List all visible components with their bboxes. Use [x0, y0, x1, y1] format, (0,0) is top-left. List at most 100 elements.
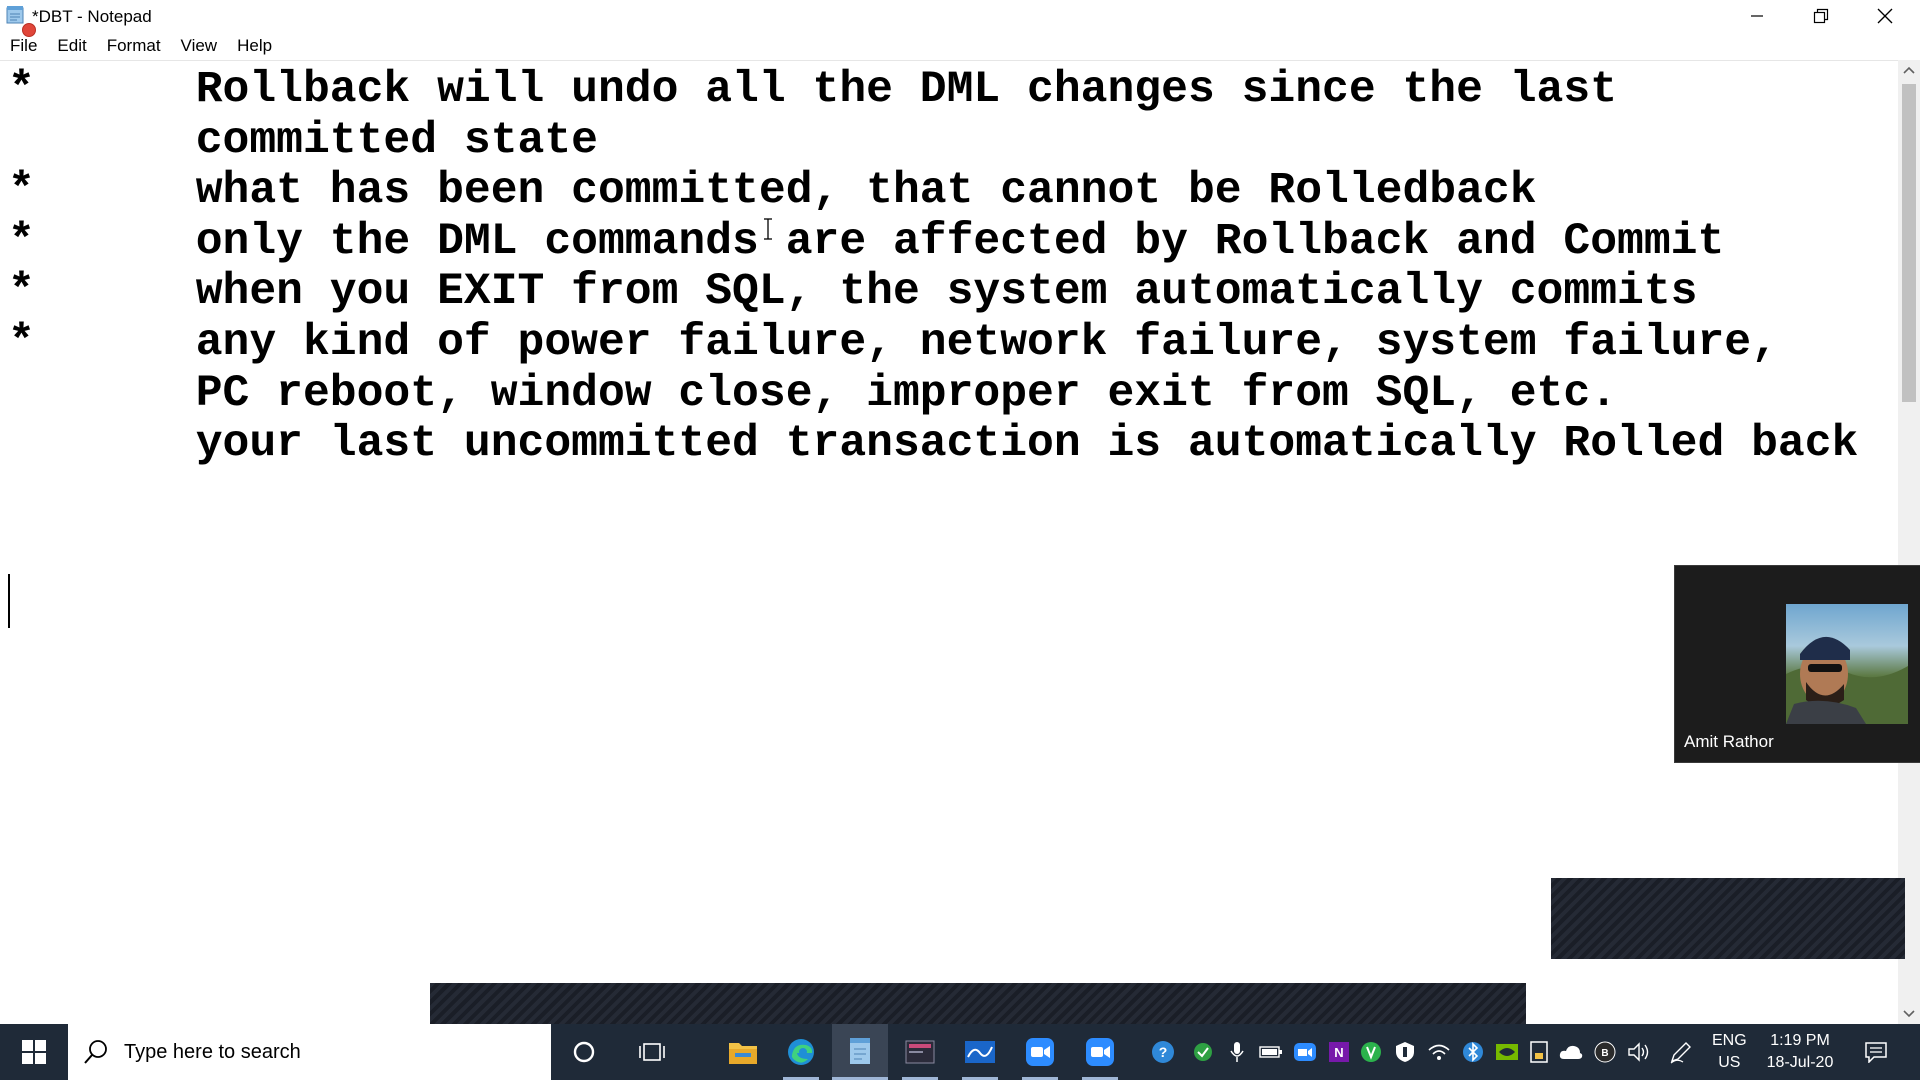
- help-icon: ?: [1152, 1041, 1174, 1063]
- search-placeholder: Type here to search: [124, 1040, 301, 1063]
- green-app-tray[interactable]: [1358, 1038, 1384, 1066]
- scroll-up-button[interactable]: [1898, 60, 1920, 80]
- text-line: * any kind of power failure, network fai…: [8, 317, 1778, 368]
- device-tray[interactable]: [1526, 1038, 1552, 1066]
- video-participant-tile[interactable]: Amit Rathor: [1674, 565, 1920, 763]
- text-line: your last uncommitted transaction is aut…: [8, 419, 1859, 470]
- pen-icon: [1670, 1042, 1691, 1064]
- wifi-icon: [1428, 1044, 1450, 1060]
- participant-name: Amit Rathor: [1684, 732, 1774, 751]
- check-tray[interactable]: [1190, 1038, 1216, 1066]
- minimize-button[interactable]: [1726, 0, 1788, 32]
- bluetooth-tray[interactable]: [1460, 1038, 1486, 1066]
- text-caret: [8, 574, 10, 628]
- security-tray[interactable]: [1392, 1038, 1418, 1066]
- text-line: * only the DML commands are affected by …: [8, 216, 1725, 267]
- svg-text:?: ?: [1159, 1044, 1168, 1060]
- volume-icon: [1628, 1042, 1649, 1062]
- notepad-icon: [6, 6, 24, 24]
- svg-text:B: B: [1601, 1048, 1608, 1059]
- help-tray[interactable]: ?: [1150, 1038, 1176, 1066]
- document-text[interactable]: * Rollback will undo all the DML changes…: [8, 65, 1858, 470]
- menu-edit[interactable]: Edit: [47, 32, 96, 60]
- whiteboard-button[interactable]: [952, 1024, 1008, 1080]
- language-region: US: [1718, 1054, 1741, 1071]
- file-explorer-button[interactable]: [715, 1024, 771, 1080]
- text-line: * what has been committed, that cannot b…: [8, 166, 1537, 217]
- camera-tray[interactable]: [1292, 1038, 1318, 1066]
- participant-video: [1786, 604, 1908, 724]
- volume-tray[interactable]: [1626, 1038, 1652, 1066]
- notepad-taskbar-button[interactable]: [832, 1024, 888, 1080]
- menu-view[interactable]: View: [171, 32, 228, 60]
- svg-text:N: N: [1334, 1045, 1343, 1060]
- restore-icon: [1813, 8, 1829, 24]
- cloud-icon: [1559, 1045, 1583, 1059]
- shared-screen-overlay: [1551, 878, 1905, 959]
- onenote-tray[interactable]: N: [1326, 1038, 1352, 1066]
- sync-tray[interactable]: B: [1592, 1038, 1618, 1066]
- edge-icon: [788, 1039, 814, 1065]
- chevron-down-icon: [1903, 1010, 1915, 1018]
- green-app-icon: [1361, 1042, 1381, 1062]
- shield-check-icon: [1194, 1043, 1212, 1061]
- zoom-button[interactable]: [1012, 1024, 1068, 1080]
- clock[interactable]: 1:19 PM 18-Jul-20: [1760, 1030, 1840, 1074]
- battery-icon: [1259, 1046, 1282, 1058]
- task-view-button[interactable]: [624, 1024, 680, 1080]
- cortana-icon: [573, 1041, 595, 1063]
- minimize-icon: [1751, 15, 1763, 17]
- camera-icon: [1294, 1043, 1316, 1061]
- zoom-meeting-icon: [1086, 1038, 1114, 1066]
- clock-time: 1:19 PM: [1770, 1032, 1830, 1049]
- pen-tray[interactable]: [1668, 1038, 1694, 1066]
- scroll-down-button[interactable]: [1898, 1004, 1920, 1024]
- title-bar: *DBT - Notepad: [0, 0, 1920, 37]
- share-toolbar-overlay: [430, 983, 1526, 1024]
- restore-button[interactable]: [1790, 0, 1852, 32]
- wifi-tray[interactable]: [1426, 1038, 1452, 1066]
- start-button[interactable]: [0, 1024, 68, 1080]
- language-indicator[interactable]: ENG US: [1712, 1030, 1747, 1074]
- notepad-icon: [850, 1037, 870, 1064]
- mic-tray[interactable]: [1224, 1038, 1250, 1066]
- menu-format[interactable]: Format: [97, 32, 171, 60]
- text-line: * when you EXIT from SQL, the system aut…: [8, 267, 1698, 318]
- zoom-meeting-button[interactable]: [1072, 1024, 1128, 1080]
- chevron-up-icon: [1903, 66, 1915, 74]
- bluetooth-icon: [1463, 1042, 1483, 1062]
- onenote-icon: N: [1329, 1042, 1349, 1062]
- clock-date: 18-Jul-20: [1766, 1054, 1834, 1071]
- app-button[interactable]: [892, 1024, 948, 1080]
- language-code: ENG: [1712, 1032, 1747, 1049]
- text-line: * Rollback will undo all the DML changes…: [8, 65, 1618, 115]
- nvidia-icon: [1496, 1044, 1518, 1060]
- participant-avatar-icon: [1786, 636, 1908, 724]
- taskbar-search-box[interactable]: Type here to search: [68, 1024, 551, 1080]
- nvidia-tray[interactable]: [1494, 1038, 1520, 1066]
- menu-help[interactable]: Help: [227, 32, 282, 60]
- microphone-icon: [1230, 1042, 1244, 1062]
- notification-center-button[interactable]: [1860, 1038, 1892, 1066]
- task-view-icon: [639, 1043, 665, 1061]
- windows-icon: [22, 1040, 46, 1064]
- text-line: PC reboot, window close, improper exit f…: [8, 368, 1618, 419]
- notification-icon: [1865, 1042, 1887, 1063]
- cloud-tray[interactable]: [1558, 1038, 1584, 1066]
- menu-bar: File Edit Format View Help: [0, 32, 1920, 60]
- ibeam-cursor-icon: [764, 218, 772, 240]
- battery-tray[interactable]: [1258, 1038, 1284, 1066]
- file-explorer-icon: [729, 1043, 757, 1064]
- close-icon: [1877, 8, 1893, 24]
- security-icon: [1396, 1042, 1414, 1062]
- close-button[interactable]: [1854, 0, 1916, 32]
- app-icon: [905, 1040, 935, 1064]
- window-title: *DBT - Notepad: [32, 7, 152, 26]
- sync-icon: B: [1594, 1041, 1616, 1063]
- cortana-button[interactable]: [556, 1024, 612, 1080]
- menu-file[interactable]: File: [0, 32, 47, 60]
- edge-button[interactable]: [773, 1024, 829, 1080]
- scrollbar-thumb[interactable]: [1902, 84, 1916, 402]
- search-icon: [84, 1040, 107, 1064]
- whiteboard-icon: [965, 1041, 995, 1063]
